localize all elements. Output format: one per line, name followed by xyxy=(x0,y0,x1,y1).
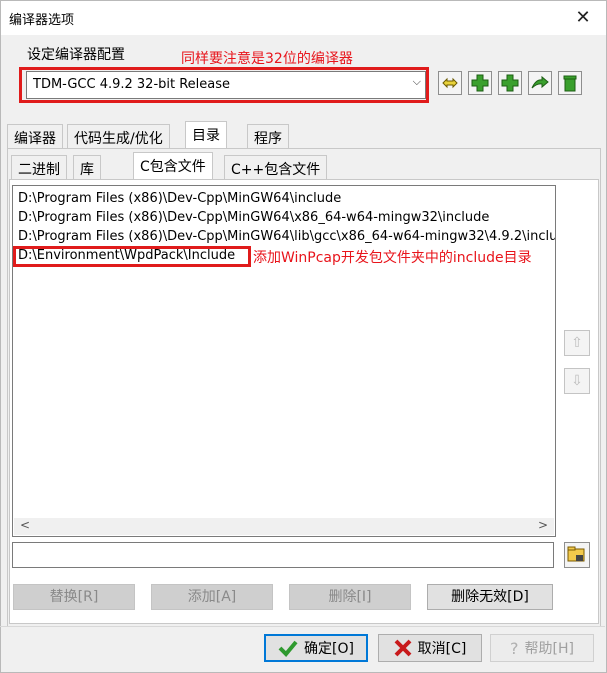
browse-folder-button[interactable] xyxy=(564,542,590,568)
arrow-down-icon: ⇩ xyxy=(571,373,583,389)
tab-compiler[interactable]: 编译器 xyxy=(7,124,63,148)
path-input[interactable] xyxy=(12,542,554,568)
delete-button[interactable]: 删除[I] xyxy=(289,584,411,610)
help-label: 帮助[H] xyxy=(524,641,574,657)
tab-directories[interactable]: 目录 xyxy=(185,121,227,148)
add-button[interactable]: 添加[A] xyxy=(151,584,273,610)
rename-profile-icon xyxy=(442,77,458,89)
subtab-c-includes[interactable]: C包含文件 xyxy=(133,152,213,179)
help-button[interactable]: ? 帮助[H] xyxy=(490,634,594,662)
add-profile-copy-icon xyxy=(501,74,519,92)
tab-codegen[interactable]: 代码生成/优化 xyxy=(67,124,170,148)
window-title: 编译器选项 xyxy=(9,13,75,28)
ok-button[interactable]: 确定[O] xyxy=(264,634,368,662)
move-up-button[interactable]: ⇧ xyxy=(564,330,590,356)
checkmark-icon xyxy=(278,640,298,657)
divider xyxy=(0,626,605,627)
include-directory-list[interactable]: D:\Program Files (x86)\Dev-Cpp\MinGW64\i… xyxy=(12,185,556,537)
add-profile-icon xyxy=(471,74,489,92)
subtab-cpp-includes[interactable]: C++包含文件 xyxy=(224,155,328,179)
close-button[interactable]: ✕ xyxy=(568,6,598,30)
delete-invalid-button[interactable]: 删除无效[D] xyxy=(427,584,553,610)
cancel-button[interactable]: 取消[C] xyxy=(378,634,482,662)
cross-icon xyxy=(394,639,412,657)
include-highlight-box xyxy=(13,246,251,267)
export-profile-icon xyxy=(531,75,549,89)
scroll-right-icon[interactable]: > xyxy=(538,518,548,532)
delete-profile-button[interactable] xyxy=(558,71,582,95)
delete-profile-icon xyxy=(563,75,577,92)
compiler-options-dialog: 编译器选项 ✕ 设定编译器配置 同样要注意是32位的编译器 TDM-GCC 4.… xyxy=(0,0,607,673)
compiler-highlight-box xyxy=(19,67,429,103)
scroll-left-icon[interactable]: < xyxy=(20,518,30,532)
cancel-label: 取消[C] xyxy=(417,641,467,657)
list-item[interactable]: D:\Program Files (x86)\Dev-Cpp\MinGW64\x… xyxy=(18,210,489,225)
replace-button[interactable]: 替换[R] xyxy=(13,584,135,610)
list-item[interactable]: D:\Program Files (x86)\Dev-Cpp\MinGW64\i… xyxy=(18,191,341,206)
list-item[interactable]: D:\Program Files (x86)\Dev-Cpp\MinGW64\l… xyxy=(18,229,555,244)
move-down-button[interactable]: ⇩ xyxy=(564,368,590,394)
ok-label: 确定[O] xyxy=(304,641,354,657)
subtab-libraries[interactable]: 库 xyxy=(73,155,101,179)
compiler-profile-group-label: 设定编译器配置 xyxy=(27,47,125,63)
add-profile-copy-button[interactable] xyxy=(498,71,522,95)
title-bar: 编译器选项 ✕ xyxy=(1,1,606,35)
folder-icon xyxy=(567,546,585,562)
export-profile-button[interactable] xyxy=(528,71,552,95)
tab-programs[interactable]: 程序 xyxy=(247,124,289,148)
help-icon: ? xyxy=(510,638,519,658)
add-profile-button[interactable] xyxy=(468,71,492,95)
include-note-annotation: 添加WinPcap开发包文件夹中的include目录 xyxy=(253,250,532,266)
horizontal-scrollbar[interactable]: < > xyxy=(14,518,554,535)
arrow-up-icon: ⇧ xyxy=(571,335,583,351)
rename-profile-button[interactable] xyxy=(438,71,462,95)
compiler-note-annotation: 同样要注意是32位的编译器 xyxy=(181,51,353,67)
subtab-binaries[interactable]: 二进制 xyxy=(11,155,67,179)
